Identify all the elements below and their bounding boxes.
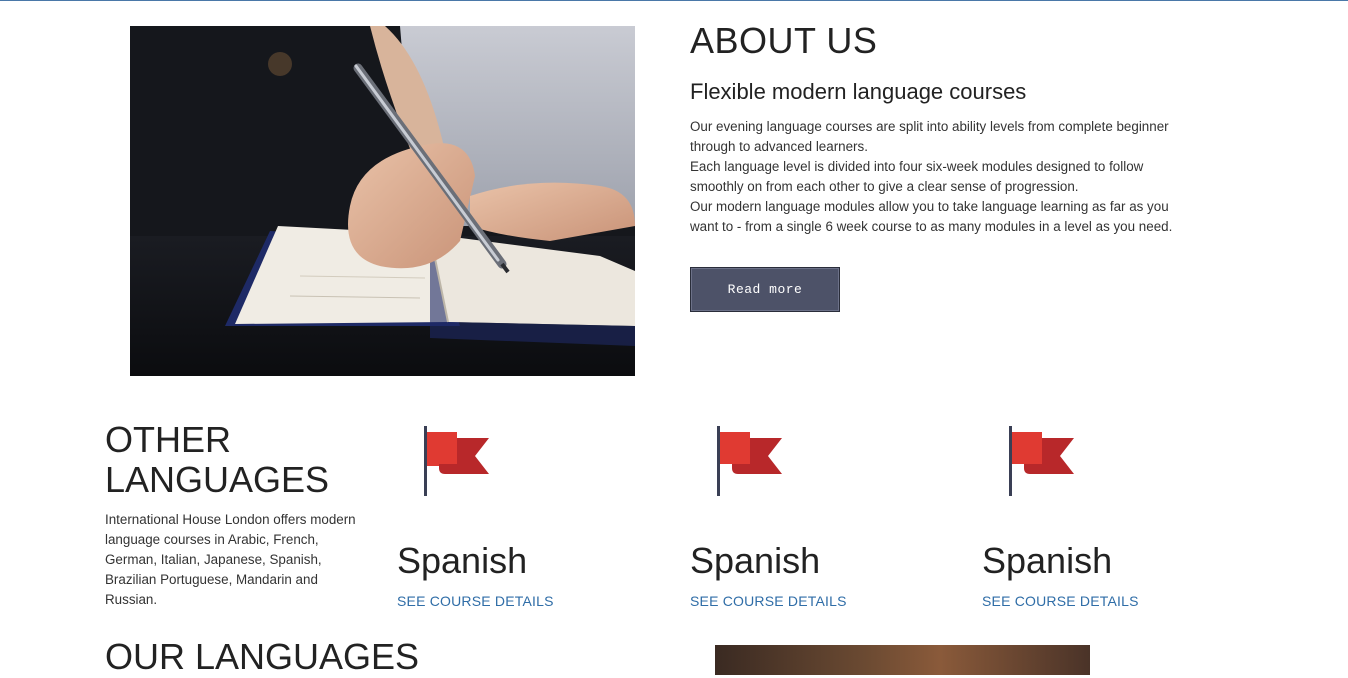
- see-course-details-link[interactable]: SEE COURSE DETAILS: [690, 593, 847, 609]
- course-name: Spanish: [982, 540, 1113, 581]
- course-card: Spanish SEE COURSE DETAILS: [982, 420, 1232, 620]
- about-text: Our evening language courses are split i…: [690, 117, 1195, 237]
- top-border: [0, 0, 1348, 1]
- languages-image: [715, 645, 1090, 675]
- flag-icon: [424, 426, 489, 496]
- about-title: ABOUT US: [690, 20, 878, 61]
- see-course-details-link[interactable]: SEE COURSE DETAILS: [397, 593, 554, 609]
- about-paragraph: Our evening language courses are split i…: [690, 119, 1169, 154]
- flag-icon: [1009, 426, 1074, 496]
- course-card: Spanish SEE COURSE DETAILS: [690, 420, 940, 620]
- see-course-details-link[interactable]: SEE COURSE DETAILS: [982, 593, 1139, 609]
- other-title-line: OTHER: [105, 419, 231, 460]
- read-more-button[interactable]: Read more: [690, 267, 840, 312]
- about-subtitle: Flexible modern language courses: [690, 79, 1027, 104]
- other-languages-text: International House London offers modern…: [105, 512, 356, 607]
- course-name: Spanish: [397, 540, 528, 581]
- about-paragraph: Our modern language modules allow you to…: [690, 199, 1173, 234]
- about-paragraph: Each language level is divided into four…: [690, 159, 1144, 194]
- course-card: Spanish SEE COURSE DETAILS: [397, 420, 647, 620]
- course-name: Spanish: [690, 540, 821, 581]
- other-title-line: LANGUAGES: [105, 459, 330, 500]
- our-languages-title: OUR LANGUAGES: [105, 636, 420, 677]
- about-image: [130, 26, 635, 376]
- other-languages-title: OTHER LANGUAGES: [105, 420, 365, 500]
- flag-icon: [717, 426, 782, 496]
